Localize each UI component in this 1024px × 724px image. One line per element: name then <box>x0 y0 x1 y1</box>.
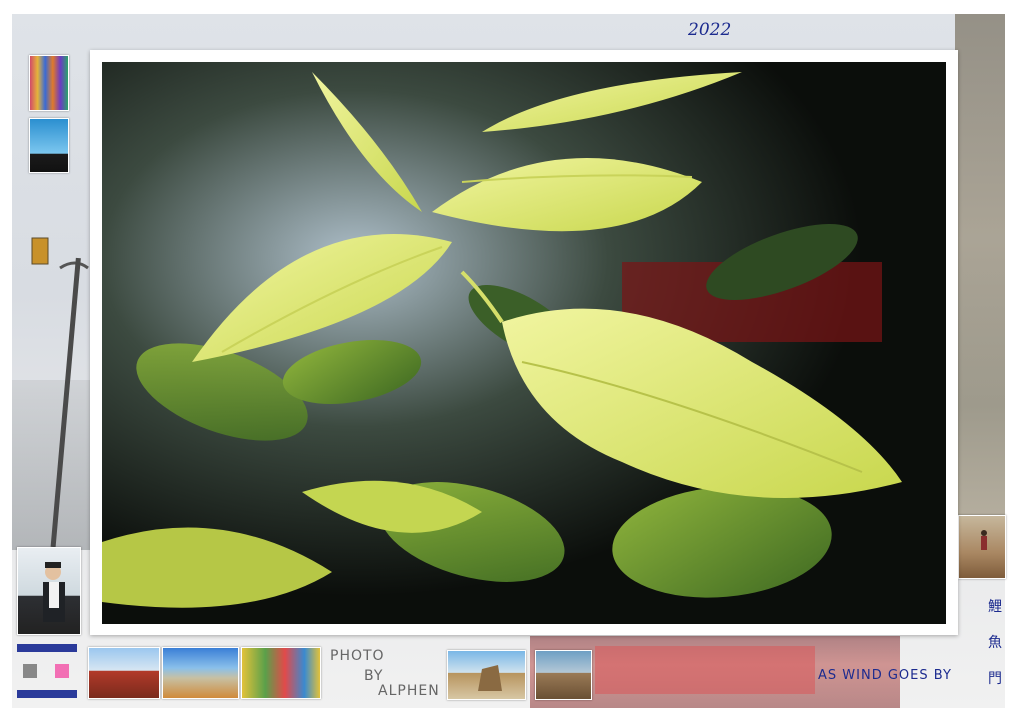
thumbnail-logs <box>535 650 592 700</box>
background-red-sign-board <box>595 646 815 694</box>
thumbnail-harbour <box>162 647 239 699</box>
flag-icon <box>17 644 77 698</box>
leaves-illustration <box>102 62 946 624</box>
street-lamp-graphic <box>31 237 89 548</box>
thumbnail-rock <box>447 650 526 700</box>
vertical-text-char-3: 門 <box>988 671 1002 687</box>
background-building-right <box>955 14 1005 574</box>
thumbnail-weathervane <box>29 118 69 173</box>
tagline-text: AS WIND GOES BY <box>818 668 952 683</box>
thumbnail-portrait <box>17 547 81 635</box>
thumbnail-red-gate <box>88 647 160 699</box>
year-label: 2022 <box>688 20 732 40</box>
signature-photo: PHOTO <box>330 648 385 664</box>
thumbnail-colorful-boat <box>241 647 321 699</box>
signature-by: BY <box>364 668 384 684</box>
thumbnail-stained-glass <box>29 55 69 111</box>
main-photo-leaves <box>102 62 946 624</box>
signature-name: ALPHEN <box>378 683 440 699</box>
postcard-collage: 2022 PHOTO BY ALPHEN AS WIND GOES BY 鯉 魚… <box>0 0 1024 724</box>
thumbnail-hiker <box>958 515 1006 579</box>
vertical-text-char-2: 魚 <box>988 635 1002 651</box>
main-photo-frame <box>90 50 958 635</box>
vertical-text-char-1: 鯉 <box>988 599 1002 615</box>
